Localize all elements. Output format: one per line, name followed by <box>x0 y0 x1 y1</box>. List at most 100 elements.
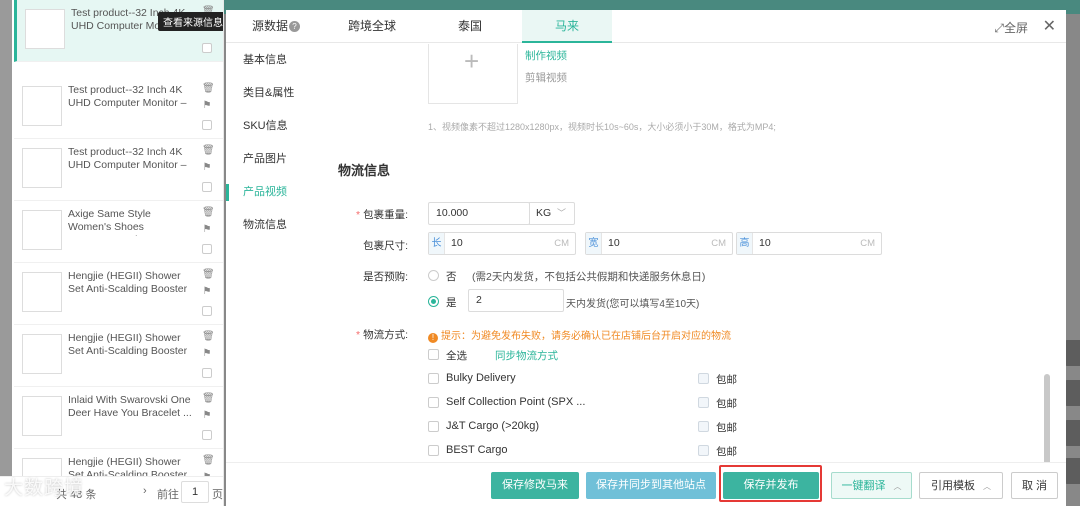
help-icon[interactable]: ? <box>289 21 300 32</box>
make-video-link[interactable]: 制作视频 <box>525 48 567 63</box>
product-thumbnail <box>25 9 65 49</box>
trash-icon[interactable]: 🗑 <box>202 455 215 466</box>
product-checkbox[interactable] <box>202 244 212 254</box>
length-input[interactable]: 长 10 CM <box>428 232 576 255</box>
shipping-method-checkbox[interactable] <box>428 445 439 456</box>
template-button[interactable]: 引用模板 ︿ <box>919 472 1003 499</box>
edit-video-link[interactable]: 剪辑视频 <box>525 70 567 85</box>
product-checkbox[interactable] <box>202 120 212 130</box>
action-footer: 保存修改马来 保存并同步到其他站点 保存并发布 一键翻译 ︿ 引用模板 ︿ 取 消 <box>226 462 1066 506</box>
weight-input[interactable]: 10.000 <box>428 202 530 225</box>
flag-icon[interactable]: ⚑ <box>202 286 212 297</box>
select-all-checkbox[interactable] <box>428 349 439 360</box>
cancel-button[interactable]: 取 消 <box>1011 472 1058 499</box>
flag-icon[interactable]: ⚑ <box>202 162 212 173</box>
product-list-item[interactable]: Axige Same Style Women's Shoes European … <box>14 201 223 263</box>
preorder-no-desc: (需2天内发货，不包括公共假期和快递服务休息日) <box>472 271 706 283</box>
preorder-yes-desc: 天内发货(您可以填写4至10天) <box>566 299 700 310</box>
product-checkbox[interactable] <box>202 306 212 316</box>
sidenav-item-sku[interactable]: SKU信息 <box>226 110 326 143</box>
product-checkbox[interactable] <box>202 43 212 53</box>
product-thumbnail <box>22 396 62 436</box>
plus-icon: + <box>464 46 480 76</box>
panel-edge-shadow <box>0 0 12 506</box>
trash-icon[interactable]: 🗑 <box>202 207 215 218</box>
product-list-item[interactable]: Test product--32 Inch 4K UHD Computer Mo… <box>14 0 223 62</box>
flag-icon[interactable]: ⚑ <box>202 348 212 359</box>
product-thumbnail <box>22 272 62 312</box>
sidenav-item-logistics[interactable]: 物流信息 <box>226 209 326 242</box>
product-list-item[interactable]: Test product--32 Inch 4K UHD Computer Mo… <box>14 139 223 201</box>
fullscreen-icon: ⤢ <box>994 21 1004 35</box>
tab-label: 源数据 <box>251 19 288 33</box>
free-shipping-checkbox[interactable] <box>698 373 709 384</box>
tab-source-data[interactable]: 源数据? <box>226 10 326 43</box>
height-input[interactable]: 高 10 CM <box>736 232 882 255</box>
shipping-warning: ! 提示：为避免发布失败，请务必确认已在店铺后台开启对应的物流 <box>428 327 731 343</box>
product-thumbnail <box>22 86 62 126</box>
sidenav-item-video[interactable]: 产品视频 <box>226 176 326 209</box>
sidenav-item-category[interactable]: 类目&属性 <box>226 77 326 110</box>
product-name: Test product--32 Inch 4K UHD Computer Mo… <box>68 146 187 174</box>
weight-unit-select[interactable]: KG ﹀ <box>529 202 575 225</box>
product-name: Hengjie (HEGII) Shower Set Anti-Scalding… <box>68 332 188 360</box>
save-sync-button[interactable]: 保存并同步到其他站点 <box>586 472 716 499</box>
flag-icon[interactable]: ⚑ <box>202 410 212 421</box>
width-input[interactable]: 宽 10 CM <box>585 232 733 255</box>
shipping-method-checkbox[interactable] <box>428 397 439 408</box>
product-list-item[interactable]: Hengjie (HEGII) Shower Set Anti-Scalding… <box>14 325 223 387</box>
weight-label: * 包裹重量: <box>355 209 408 221</box>
background-edge-tab <box>1064 420 1080 446</box>
shipping-method-name: BEST Cargo <box>446 444 508 456</box>
product-checkbox[interactable] <box>202 182 212 192</box>
site-tabs: 源数据? 跨境全球 泰国 马来 ⤢全屏 ✕ <box>226 10 1066 43</box>
trash-icon[interactable]: 🗑 <box>202 145 215 156</box>
product-name: Inlaid With Swarovski One Deer Have You … <box>68 394 192 419</box>
save-malaysia-button[interactable]: 保存修改马来 <box>491 472 579 499</box>
shipping-method-checkbox[interactable] <box>428 373 439 384</box>
section-nav: 基本信息 类目&属性 SKU信息 产品图片 产品视频 物流信息 <box>226 44 326 242</box>
trash-icon[interactable]: 🗑 <box>202 331 215 342</box>
product-list-item[interactable]: Test product--32 Inch 4K UHD Computer Mo… <box>14 77 223 139</box>
background-edge-tab <box>1064 340 1080 366</box>
preorder-label: 是否预购: <box>363 271 408 283</box>
watermark-logo: 大数跨境 <box>4 478 85 499</box>
logistics-section-title: 物流信息 <box>338 163 391 178</box>
trash-icon[interactable]: 🗑 <box>202 83 215 94</box>
tab-thailand[interactable]: 泰国 <box>418 10 522 43</box>
free-shipping-checkbox[interactable] <box>698 445 709 456</box>
fullscreen-button[interactable]: ⤢全屏 <box>994 19 1028 36</box>
tab-global[interactable]: 跨境全球 <box>326 10 418 43</box>
sidenav-item-basic-info[interactable]: 基本信息 <box>226 44 326 77</box>
translate-button[interactable]: 一键翻译 ︿ <box>831 472 912 499</box>
preorder-no-radio[interactable] <box>428 270 439 281</box>
sync-shipping-methods-link[interactable]: 同步物流方式 <box>495 348 558 363</box>
shipping-method-name: J&T Cargo (>20kg) <box>446 420 540 432</box>
video-upload-box[interactable]: + <box>428 44 518 104</box>
next-page-button[interactable]: › <box>143 485 147 497</box>
free-shipping-checkbox[interactable] <box>698 421 709 432</box>
chevron-up-icon: ︿ <box>983 482 991 491</box>
flag-icon[interactable]: ⚑ <box>202 100 212 111</box>
product-list-item[interactable]: Hengjie (HEGII) Shower Set Anti-Scalding… <box>14 263 223 325</box>
product-checkbox[interactable] <box>202 430 212 440</box>
product-name: Axige Same Style Women's Shoes European … <box>68 208 161 236</box>
content-scrollbar[interactable] <box>1044 374 1050 462</box>
free-shipping-checkbox[interactable] <box>698 397 709 408</box>
trash-icon[interactable]: 🗑 <box>202 393 215 404</box>
page-number-input[interactable]: 1 <box>181 481 209 503</box>
shipping-method-label: * 物流方式: <box>355 329 408 341</box>
preorder-yes-radio[interactable] <box>428 296 439 307</box>
product-checkbox[interactable] <box>202 368 212 378</box>
shipping-method-checkbox[interactable] <box>428 421 439 432</box>
sidenav-item-images[interactable]: 产品图片 <box>226 143 326 176</box>
flag-icon[interactable]: ⚑ <box>202 224 212 235</box>
product-list-item[interactable]: Inlaid With Swarovski One Deer Have You … <box>14 387 223 449</box>
edit-product-modal: 源数据? 跨境全球 泰国 马来 ⤢全屏 ✕ 基本信息 类目&属性 SKU信息 产… <box>226 10 1066 506</box>
page-unit-label: 页 <box>212 489 223 501</box>
close-icon[interactable]: ✕ <box>1043 16 1056 36</box>
size-label: 包裹尺寸: <box>363 240 408 252</box>
preorder-days-input[interactable]: 2 <box>468 289 564 312</box>
tab-malaysia[interactable]: 马来 <box>522 10 612 43</box>
trash-icon[interactable]: 🗑 <box>202 269 215 280</box>
